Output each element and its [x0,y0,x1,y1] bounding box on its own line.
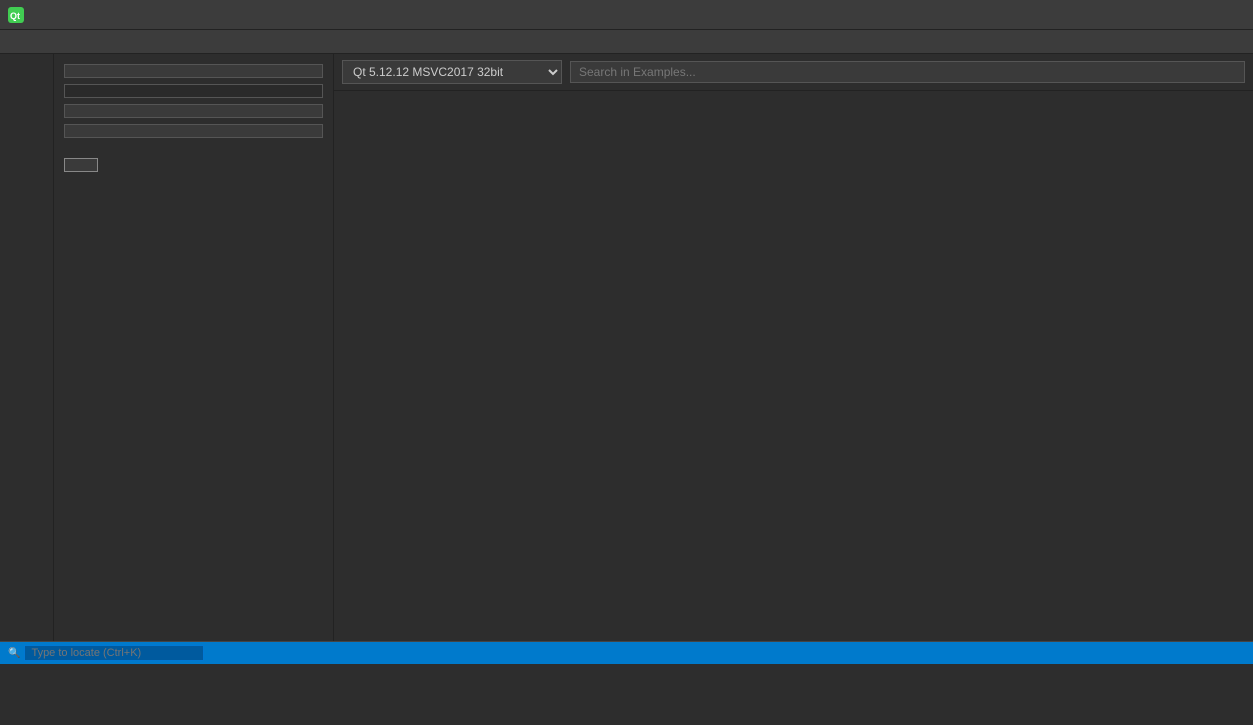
titlebar: Qt [0,0,1253,30]
window-controls [1107,0,1245,30]
marketplace-button[interactable] [64,124,323,138]
main-layout: Qt 5.12.12 MSVC2017 32bit [0,54,1253,641]
left-panel [54,54,334,641]
locate-input[interactable] [24,645,204,661]
search-input[interactable] [570,61,1245,83]
projects-button[interactable] [64,64,323,78]
app-icon: Qt [8,7,24,23]
sidebar-icons [0,54,54,641]
close-button[interactable] [1199,0,1245,30]
menubar [0,30,1253,54]
right-content: Qt 5.12.12 MSVC2017 32bit [334,54,1253,641]
tutorials-button[interactable] [64,104,323,118]
qt-version-select[interactable]: Qt 5.12.12 MSVC2017 32bit [342,60,562,84]
new-to-qt-section [64,154,323,188]
maximize-button[interactable] [1153,0,1199,30]
examples-grid [334,91,1253,641]
get-started-button[interactable] [64,158,98,172]
examples-button[interactable] [64,84,323,98]
minimize-button[interactable] [1107,0,1153,30]
statusbar: 🔍 [0,642,1253,664]
examples-toolbar: Qt 5.12.12 MSVC2017 32bit [334,54,1253,91]
svg-text:Qt: Qt [10,11,20,21]
